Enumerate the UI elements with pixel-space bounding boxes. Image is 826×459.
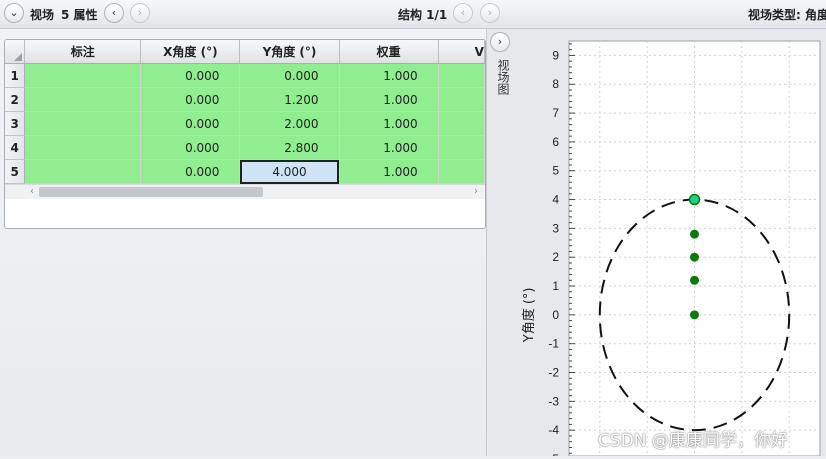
weight-cell[interactable]: 1.000 xyxy=(339,159,439,184)
v-cell[interactable] xyxy=(438,87,485,112)
column-header-v[interactable]: V xyxy=(438,40,485,64)
y-angle-cell[interactable]: 2.000 xyxy=(239,111,340,136)
watermark-text: CSDN @康康同学，你好 xyxy=(598,431,788,451)
structure-next-icon[interactable]: › xyxy=(480,3,500,23)
weight-cell[interactable]: 1.000 xyxy=(339,111,439,136)
v-cell[interactable] xyxy=(438,63,485,88)
y-tick-label: 3 xyxy=(552,221,559,235)
label-cell[interactable] xyxy=(24,159,142,184)
field-plot-panel: 9 8 7 6 5 4 3 2 1 0 -1 -2 -3 -4 -5 Y角度 (°) xyxy=(515,29,826,459)
column-header-x-angle[interactable]: X角度 (°) xyxy=(140,40,241,64)
y-tick-label: -4 xyxy=(548,423,559,437)
label-cell[interactable] xyxy=(24,111,142,136)
prev-icon[interactable]: ‹ xyxy=(104,3,124,23)
row-number[interactable]: 1 xyxy=(5,63,26,88)
column-header-weight[interactable]: 权重 xyxy=(339,40,439,64)
table-row[interactable]: 2 0.000 1.200 1.000 xyxy=(5,87,485,112)
row-number[interactable]: 3 xyxy=(5,111,26,136)
y-tick-label: -1 xyxy=(548,337,559,351)
field-point xyxy=(690,252,699,262)
field-point xyxy=(690,229,699,239)
y-angle-cell[interactable]: 0.000 xyxy=(239,63,340,88)
scrollbar-thumb[interactable] xyxy=(39,187,263,197)
scroll-left-icon[interactable]: ‹ xyxy=(25,185,39,199)
structure-prev-icon[interactable]: ‹ xyxy=(453,3,473,23)
y-tick-label: 4 xyxy=(552,193,559,207)
weight-cell[interactable]: 1.000 xyxy=(339,63,439,88)
x-angle-cell[interactable]: 0.000 xyxy=(140,159,241,184)
field-point xyxy=(690,310,699,320)
y-tick-label: 8 xyxy=(552,77,559,91)
top-toolbar: ⌄ 视场 5 属性 ‹ › 结构 1/1 ‹ › 视场类型: 角度 xyxy=(0,0,826,29)
structure-label: 结构 1/1 xyxy=(398,8,448,22)
row-number[interactable]: 5 xyxy=(5,159,26,184)
x-angle-cell[interactable]: 0.000 xyxy=(140,135,241,160)
y-tick-label: 0 xyxy=(552,308,559,322)
column-header-label[interactable]: 标注 xyxy=(24,40,142,64)
table-row[interactable]: 1 0.000 0.000 1.000 xyxy=(5,63,485,88)
panel-title: 视场 xyxy=(30,8,55,22)
field-type-label: 视场类型: 角度 xyxy=(748,8,826,22)
y-tick-label: 9 xyxy=(552,48,559,62)
y-angle-cell[interactable]: 2.800 xyxy=(239,135,340,160)
field-scatter-plot: 9 8 7 6 5 4 3 2 1 0 -1 -2 -3 -4 -5 Y角度 (°) xyxy=(515,29,826,459)
chevron-right-icon[interactable]: › xyxy=(490,32,510,52)
x-angle-cell[interactable]: 0.000 xyxy=(140,87,241,112)
y-tick-label: 2 xyxy=(552,250,559,264)
next-icon[interactable]: › xyxy=(130,3,150,23)
select-all-corner[interactable] xyxy=(5,40,26,64)
label-cell[interactable] xyxy=(24,135,142,160)
table-row[interactable]: 5 0.000 4.000 1.000 xyxy=(5,159,485,184)
chevron-down-icon[interactable]: ⌄ xyxy=(4,3,24,23)
label-cell[interactable] xyxy=(24,87,142,112)
scroll-right-icon[interactable]: › xyxy=(469,185,483,199)
y-tick-label: 5 xyxy=(552,164,559,178)
selected-field-point xyxy=(688,193,701,206)
y-tick-label: 6 xyxy=(552,135,559,149)
field-grid: 标注 X角度 (°) Y角度 (°) 权重 V 1 0.000 0.000 1.… xyxy=(4,39,486,229)
y-tick-label: -5 xyxy=(548,452,559,456)
plot-area xyxy=(568,40,821,457)
v-cell[interactable] xyxy=(438,159,485,184)
weight-cell[interactable]: 1.000 xyxy=(339,135,439,160)
y-angle-cell[interactable]: 1.200 xyxy=(239,87,340,112)
table-row[interactable]: 4 0.000 2.800 1.000 xyxy=(5,135,485,160)
table-row[interactable]: 3 0.000 2.000 1.000 xyxy=(5,111,485,136)
field-diagram-side-tab[interactable]: › 视场图 xyxy=(486,29,516,456)
v-cell[interactable] xyxy=(438,111,485,136)
field-point xyxy=(690,275,699,285)
field-editor-panel: 标注 X角度 (°) Y角度 (°) 权重 V 1 0.000 0.000 1.… xyxy=(0,29,486,456)
field-table: 标注 X角度 (°) Y角度 (°) 权重 V 1 0.000 0.000 1.… xyxy=(5,40,485,184)
y-tick-label: -3 xyxy=(548,394,559,408)
y-tick-label: -2 xyxy=(548,366,559,380)
horizontal-scrollbar[interactable]: ‹ › xyxy=(5,184,485,199)
y-tick-label: 1 xyxy=(552,279,559,293)
property-count-label: 5 属性 xyxy=(61,8,98,22)
x-angle-cell[interactable]: 0.000 xyxy=(140,63,241,88)
row-number[interactable]: 4 xyxy=(5,135,26,160)
weight-cell[interactable]: 1.000 xyxy=(339,87,439,112)
label-cell[interactable] xyxy=(24,63,142,88)
column-header-y-angle[interactable]: Y角度 (°) xyxy=(239,40,340,64)
x-angle-cell[interactable]: 0.000 xyxy=(140,111,241,136)
v-cell[interactable] xyxy=(438,135,485,160)
y-tick-label: 7 xyxy=(552,106,559,120)
side-tab-label: 视场图 xyxy=(496,59,510,95)
y-angle-cell-selected[interactable]: 4.000 xyxy=(239,159,340,184)
y-axis-label: Y角度 (°) xyxy=(521,288,537,344)
row-number[interactable]: 2 xyxy=(5,87,26,112)
